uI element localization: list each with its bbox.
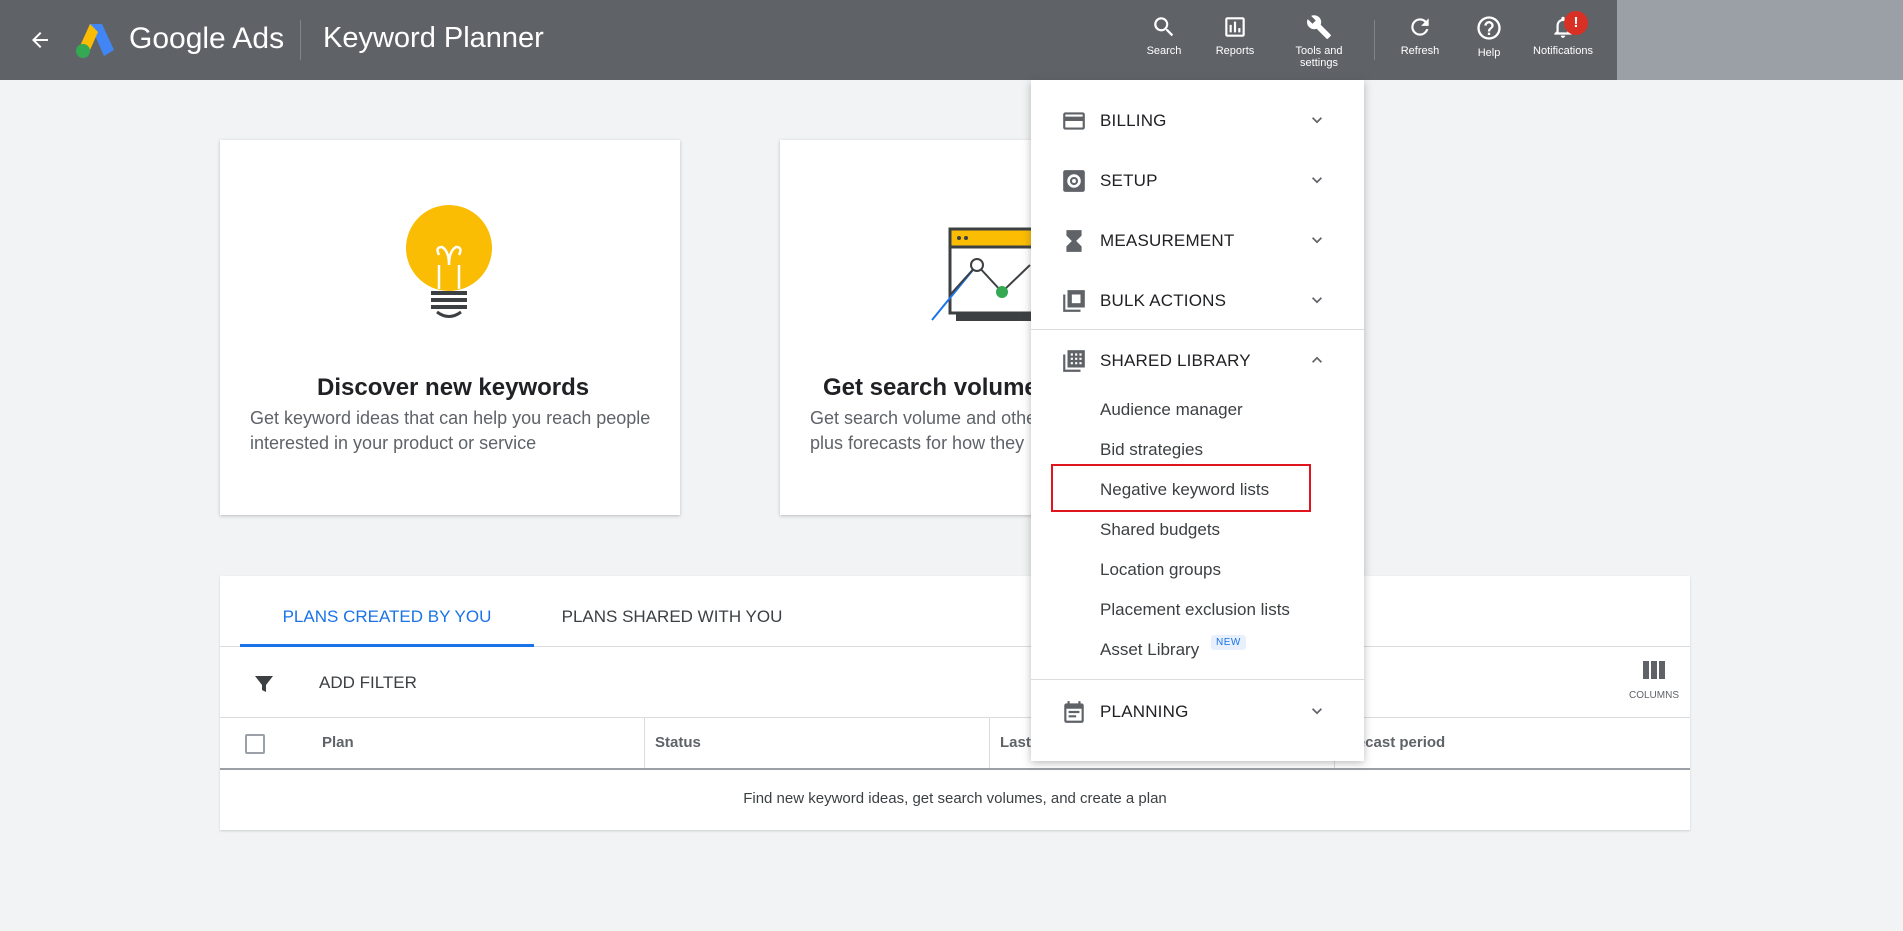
new-badge: NEW [1211,635,1246,650]
menu-item-negative-keyword-lists[interactable]: Negative keyword lists [1100,480,1269,500]
reports-button[interactable]: Reports [1200,14,1270,76]
menu-section-shared-library[interactable]: SHARED LIBRARY [1031,330,1364,390]
menu-item-bid-strategies[interactable]: Bid strategies [1100,440,1203,460]
back-arrow-icon [32,32,48,48]
tools-and-settings-label: Tools and settings [1295,45,1343,69]
menu-section-billing[interactable]: BILLING [1031,90,1364,150]
card-description-line: interested in your product or service [250,433,537,453]
plans-table: PLANS CREATED BY YOU PLANS SHARED WITH Y… [220,576,1690,830]
tab-plans-shared-with-you[interactable]: PLANS SHARED WITH YOU [540,576,804,647]
search-icon [1154,17,1174,37]
card-description-line: Get keyword ideas that can help you reac… [250,408,651,428]
header-divider [300,20,301,60]
credit-card-icon [1063,112,1085,130]
menu-section-label: BILLING [1100,111,1167,130]
column-header-forecast-period[interactable]: recast period [1334,718,1684,768]
table-header-row: Plan Status Last recast period [220,718,1690,770]
add-filter-button[interactable]: ADD FILTER [319,673,417,693]
page-title: Keyword Planner [323,22,544,54]
wrench-icon [1307,15,1331,39]
column-header-status[interactable]: Status [644,718,988,768]
menu-item-location-groups[interactable]: Location groups [1100,560,1221,580]
menu-section-bulk-actions[interactable]: BULK ACTIONS [1031,270,1364,330]
search-button[interactable]: Search [1129,14,1199,76]
columns-button[interactable]: COLUMNS [1628,659,1680,709]
google-ads-logo-icon [76,24,114,58]
toolbar-divider [1374,20,1375,60]
brand-name: Google Ads [129,22,285,55]
refresh-icon [1411,18,1429,36]
chevron-down-icon [1312,708,1322,715]
menu-section-label: BULK ACTIONS [1100,291,1227,310]
select-all-checkbox[interactable] [245,734,265,754]
card-description: Get search volume and othe plus forecast… [810,406,1036,456]
card-description-line: plus forecasts for how they [810,433,1025,453]
notifications-button-label: Notifications [1533,45,1593,57]
menu-section-setup[interactable]: SETUP [1031,150,1364,210]
filter-row: ADD FILTER COLUMNS [220,647,1690,718]
reports-button-label: Reports [1215,45,1255,57]
menu-divider [1031,679,1364,680]
discover-keywords-card[interactable]: Discover new keywords Get keyword ideas … [220,140,680,515]
card-title: Get search volume [823,374,1038,401]
refresh-button[interactable]: Refresh [1385,14,1455,76]
chevron-down-icon [1312,177,1322,184]
gear-icon [1063,170,1085,192]
column-header-plan[interactable]: Plan [322,718,354,768]
menu-item-placement-exclusion-lists[interactable]: Placement exclusion lists [1100,600,1290,620]
menu-section-label: MEASUREMENT [1100,231,1235,250]
columns-label: COLUMNS [1628,690,1679,701]
refresh-button-label: Refresh [1400,45,1440,57]
card-title: Discover new keywords [317,374,590,401]
help-button-label: Help [1477,47,1501,59]
menu-item-audience-manager[interactable]: Audience manager [1100,400,1243,420]
tab-plans-created-by-you[interactable]: PLANS CREATED BY YOU [240,576,534,647]
account-area[interactable] [1617,0,1903,80]
columns-icon [1643,661,1665,679]
chevron-down-icon [1312,297,1322,304]
search-button-label: Search [1146,45,1182,57]
card-description-line: Get search volume and othe [810,408,1037,428]
menu-section-label: SHARED LIBRARY [1100,351,1251,370]
help-button[interactable]: Help [1454,14,1524,76]
notification-badge: ! [1564,11,1588,35]
lightbulb-icon [406,205,492,318]
copy-icon [1063,290,1085,312]
chevron-down-icon [1312,117,1322,124]
menu-item-asset-library[interactable]: Asset Library [1100,640,1199,660]
menu-section-label: PLANNING [1100,702,1189,721]
reports-icon [1225,17,1245,37]
menu-section-planning[interactable]: PLANNING [1031,681,1364,741]
hourglass-icon [1066,230,1082,252]
card-description: Get keyword ideas that can help you reac… [250,406,650,456]
help-icon [1477,16,1501,40]
chevron-down-icon [1312,237,1322,244]
chevron-up-icon [1312,356,1322,363]
calendar-icon [1064,701,1084,723]
library-icon [1063,350,1085,372]
tools-and-settings-menu: BILLING SETUP MEASUREMENT BULK ACTIONS S… [1031,80,1364,761]
menu-section-label: SETUP [1100,171,1158,190]
top-bar: Google Ads Keyword Planner Search Report… [0,0,1903,80]
back-button[interactable] [22,22,58,58]
plans-tabs: PLANS CREATED BY YOU PLANS SHARED WITH Y… [220,576,1690,647]
empty-state-message: Find new keyword ideas, get search volum… [743,790,1167,807]
menu-section-measurement[interactable]: MEASUREMENT [1031,210,1364,270]
tools-and-settings-button[interactable]: Tools and settings [1283,14,1355,76]
filter-icon[interactable] [252,672,276,696]
menu-item-shared-budgets[interactable]: Shared budgets [1100,520,1220,540]
